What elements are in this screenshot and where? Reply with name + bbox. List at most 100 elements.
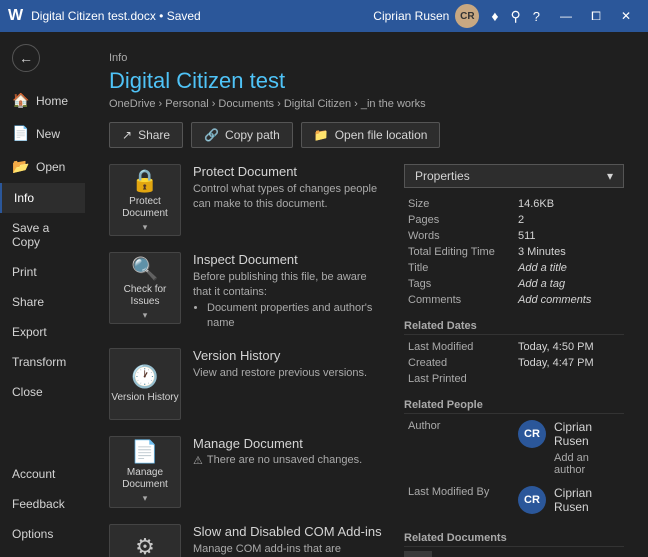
properties-header-label: Properties — [415, 169, 470, 183]
sidebar-item-open[interactable]: 📂 Open — [0, 150, 85, 183]
copy-path-button[interactable]: 🔗 Copy path — [191, 122, 293, 148]
new-icon: 📄 — [12, 125, 28, 142]
feedback-label: Feedback — [12, 497, 65, 511]
sidebar-bottom: Account Feedback Options — [0, 459, 85, 557]
sidebar-item-share[interactable]: Share — [0, 287, 85, 317]
prop-pages: Pages 2 — [404, 212, 624, 228]
prop-tags: Tags Add a tag — [404, 276, 624, 292]
prop-size-value: 14.6KB — [514, 196, 624, 212]
protect-document-icon-box[interactable]: 🔒 Protect Document ▾ — [109, 164, 181, 236]
open-file-location-button[interactable]: 📁 Open file location — [301, 122, 441, 148]
manage-document-warning-text: There are no unsaved changes. — [207, 454, 362, 466]
sidebar-item-open-label: Open — [36, 160, 65, 174]
manage-document-dropdown: ▾ — [143, 493, 148, 504]
home-icon: 🏠 — [12, 92, 28, 109]
sidebar-item-transform[interactable]: Transform — [0, 347, 85, 377]
inspect-document-icon-box[interactable]: 🔍 Check for Issues ▾ — [109, 252, 181, 324]
open-folder-icon: 📁 — [314, 128, 329, 142]
sidebar-item-print[interactable]: Print — [0, 257, 85, 287]
manage-document-title: Manage Document — [193, 436, 384, 451]
related-documents-title: Related Documents — [404, 532, 624, 547]
com-add-ins-icon-box[interactable]: ⚙ Manage COM Add-ins — [109, 524, 181, 557]
manage-document-warning: ⚠ There are no unsaved changes. — [193, 454, 384, 467]
prop-title-value[interactable]: Add a title — [514, 260, 624, 276]
related-people-table: Author CR Ciprian Rusen Add an author La… — [404, 418, 624, 520]
version-history-card: 🕐 Version History Version History View a… — [109, 348, 384, 420]
prop-comments: Comments Add comments — [404, 292, 624, 308]
inspect-document-content: Inspect Document Before publishing this … — [193, 252, 384, 332]
word-icon: W — [8, 7, 23, 25]
sidebar-item-new[interactable]: 📄 New — [0, 117, 85, 150]
prop-editing-time-label: Total Editing Time — [404, 244, 514, 260]
warning-icon: ⚠ — [193, 454, 203, 467]
related-people-title: Related People — [404, 399, 624, 414]
com-add-ins-title: Slow and Disabled COM Add-ins — [193, 524, 384, 539]
version-history-content: Version History View and restore previou… — [193, 348, 384, 381]
com-add-ins-card: ⚙ Manage COM Add-ins Slow and Disabled C… — [109, 524, 384, 557]
prop-comments-value[interactable]: Add comments — [514, 292, 624, 308]
sidebar: ← 🏠 Home 📄 New 📂 Open Info Save a Copy P… — [0, 32, 85, 557]
prop-tags-label: Tags — [404, 276, 514, 292]
protect-document-title: Protect Document — [193, 164, 384, 179]
main-content: Info Digital Citizen test OneDrive › Per… — [85, 32, 648, 557]
print-label: Print — [12, 265, 37, 279]
prop-created-value: Today, 4:47 PM — [514, 355, 624, 371]
manage-document-card: 📄 Manage Document ▾ Manage Document ⚠ Th… — [109, 436, 384, 508]
copy-path-icon: 🔗 — [204, 128, 219, 142]
sidebar-item-new-label: New — [36, 127, 60, 141]
sidebar-item-export[interactable]: Export — [0, 317, 85, 347]
inspect-icon: 🔍 — [131, 256, 158, 282]
lock-icon: 🔒 — [131, 168, 158, 194]
prop-tags-value[interactable]: Add a tag — [514, 276, 624, 292]
version-history-icon-box[interactable]: 🕐 Version History — [109, 348, 181, 420]
sidebar-item-options[interactable]: Options — [0, 519, 85, 549]
prop-last-printed: Last Printed — [404, 371, 624, 387]
last-modified-name: Ciprian Rusen — [554, 486, 620, 514]
version-history-icon-label: Version History — [111, 392, 178, 404]
last-modified-avatar: CR — [518, 486, 546, 514]
sidebar-item-close[interactable]: Close — [0, 377, 85, 407]
manage-doc-icon: 📄 — [131, 439, 158, 465]
sidebar-item-info[interactable]: Info — [0, 183, 85, 213]
title-bar-username: Ciprian Rusen — [373, 9, 449, 23]
sidebar-item-save-a-copy[interactable]: Save a Copy — [0, 213, 85, 257]
prop-last-modified-by-value: CR Ciprian Rusen — [514, 484, 624, 520]
restore-button[interactable]: ⧠ — [582, 2, 610, 30]
protect-document-card: 🔒 Protect Document ▾ Protect Document Co… — [109, 164, 384, 236]
prop-words: Words 511 — [404, 228, 624, 244]
search-icon[interactable]: ⚲ — [511, 8, 521, 25]
prop-author-value: CR Ciprian Rusen Add an author — [514, 418, 624, 484]
page-title: Digital Citizen test — [109, 68, 624, 94]
close-button[interactable]: ✕ — [612, 2, 640, 30]
clock-icon: 🕐 — [131, 364, 158, 390]
sidebar-item-feedback[interactable]: Feedback — [0, 489, 85, 519]
properties-header[interactable]: Properties ▾ — [404, 164, 624, 188]
ribbon-icon[interactable]: ♦ — [491, 8, 498, 24]
title-bar-title: Digital Citizen test.docx • Saved — [31, 9, 201, 23]
minimize-button[interactable]: — — [552, 2, 580, 30]
inspect-bullet-1: Document properties and author's name — [207, 301, 384, 332]
open-file-location-doc: 📄 Open File Location — [404, 551, 624, 557]
prop-pages-value: 2 — [514, 212, 624, 228]
sidebar-item-home-label: Home — [36, 94, 68, 108]
protect-document-content: Protect Document Control what types of c… — [193, 164, 384, 213]
title-bar: W Digital Citizen test.docx • Saved Cipr… — [0, 0, 648, 32]
close-label: Close — [12, 385, 43, 399]
help-icon[interactable]: ? — [533, 9, 540, 24]
protect-document-dropdown: ▾ — [143, 222, 148, 233]
sidebar-item-account[interactable]: Account — [0, 459, 85, 489]
prop-created-label: Created — [404, 355, 514, 371]
share-button[interactable]: ↗ Share — [109, 122, 183, 148]
title-bar-user[interactable]: Ciprian Rusen CR — [373, 4, 479, 28]
inspect-icon-label: Check for Issues — [110, 284, 180, 308]
back-button[interactable]: ← — [12, 44, 40, 72]
prop-pages-label: Pages — [404, 212, 514, 228]
window-controls: — ⧠ ✕ — [552, 2, 640, 30]
author-person-row: CR Ciprian Rusen — [518, 420, 620, 448]
inspect-document-title: Inspect Document — [193, 252, 384, 267]
sidebar-item-home[interactable]: 🏠 Home — [0, 84, 85, 117]
manage-document-icon-box[interactable]: 📄 Manage Document ▾ — [109, 436, 181, 508]
open-icon: 📂 — [12, 158, 28, 175]
add-author-link[interactable]: Add an author — [554, 452, 620, 476]
prop-author-label: Author — [404, 418, 514, 484]
